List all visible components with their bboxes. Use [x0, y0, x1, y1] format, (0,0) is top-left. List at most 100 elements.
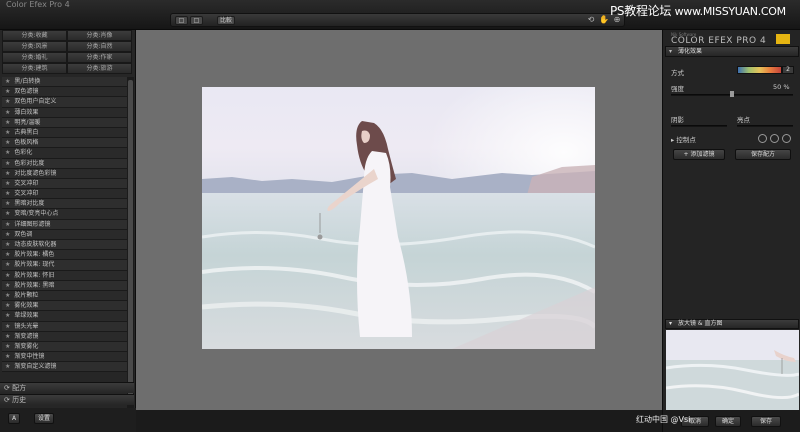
favorite-star-icon[interactable]: ★	[5, 292, 10, 299]
favorite-star-icon[interactable]: ★	[5, 302, 10, 309]
filter-item[interactable]: ★ 镜头光晕	[2, 321, 127, 332]
filter-item[interactable]: ★ 色板风格	[2, 138, 127, 149]
strength-slider-knob[interactable]	[730, 91, 734, 97]
category-writer[interactable]: 分类:作家	[67, 52, 132, 63]
method-gradient-select[interactable]	[737, 66, 782, 74]
favorite-star-icon[interactable]: ★	[5, 323, 10, 330]
filter-item[interactable]: ★ 双色调	[2, 229, 127, 240]
filter-item-label: 交叉冲印	[14, 179, 39, 187]
favorite-star-icon[interactable]: ★	[5, 353, 10, 360]
filter-item[interactable]: ★ 黑暗对比度	[2, 199, 127, 210]
category-wedding[interactable]: 分类:婚礼	[2, 52, 67, 63]
favorite-star-icon[interactable]: ★	[5, 119, 10, 126]
highlights-label: 亮点	[737, 116, 750, 124]
method-number-dropdown[interactable]: 2	[782, 66, 794, 74]
category-landscape[interactable]: 分类:风景	[2, 41, 67, 52]
filter-item[interactable]: ★ 胶片效果: 怀旧	[2, 270, 127, 281]
category-nature[interactable]: 分类:自然	[67, 41, 132, 52]
recipes-section[interactable]: ⟳ 配方	[0, 382, 134, 393]
loupe-preview[interactable]	[666, 330, 799, 410]
history-section[interactable]: ⟳ 历史	[0, 394, 134, 405]
remove-control-point-icon[interactable]	[770, 134, 779, 143]
favorite-star-icon[interactable]: ★	[5, 139, 10, 146]
filter-item[interactable]: ★ 详细图形滤镜	[2, 219, 127, 230]
add-control-point-icon[interactable]	[758, 134, 767, 143]
favorite-star-icon[interactable]: ★	[5, 251, 10, 258]
ok-button[interactable]: 确定	[715, 416, 741, 427]
favorite-star-icon[interactable]: ★	[5, 88, 10, 95]
scroll-thumb[interactable]	[128, 80, 133, 404]
shadows-slider[interactable]	[671, 125, 727, 127]
filter-item[interactable]: ★ 渐变滤镜	[2, 331, 127, 342]
category-architecture[interactable]: 分类:建筑	[2, 63, 67, 74]
filter-item[interactable]: ★ 胶片效果: 橘色	[2, 250, 127, 261]
filter-item[interactable]: ★ 色彩对比度	[2, 158, 127, 169]
favorite-star-icon[interactable]: ★	[5, 312, 10, 319]
filter-item-label: 交叉冲印	[14, 190, 39, 198]
filter-item[interactable]: ★ 胶片效果: 黑暗	[2, 280, 127, 291]
save-button[interactable]: 保存	[751, 416, 781, 427]
favorite-star-icon[interactable]: ★	[5, 363, 10, 370]
category-favorites[interactable]: 分类:收藏	[2, 30, 67, 41]
category-portrait[interactable]: 分类:肖像	[67, 30, 132, 41]
hand-icon[interactable]: ✋	[599, 15, 609, 25]
add-filter-button[interactable]: + 添加滤镜	[673, 149, 725, 160]
category-travel[interactable]: 分类:旅游	[67, 63, 132, 74]
favorite-star-icon[interactable]: ★	[5, 129, 10, 136]
filter-item[interactable]: ★ 交叉冲印	[2, 189, 127, 200]
favorite-star-icon[interactable]: ★	[5, 272, 10, 279]
help-button[interactable]: A	[8, 413, 20, 424]
favorite-star-icon[interactable]: ★	[5, 180, 10, 187]
filter-panel-header[interactable]: ▾ 薄化效果	[665, 46, 799, 57]
favorite-star-icon[interactable]: ★	[5, 241, 10, 248]
filter-item[interactable]: ★ 色彩化	[2, 148, 127, 159]
compare-button[interactable]: 比較	[217, 16, 235, 25]
favorite-star-icon[interactable]: ★	[5, 149, 10, 156]
filter-scrollbar[interactable]	[127, 77, 134, 410]
preview-canvas[interactable]	[136, 30, 662, 410]
filter-item[interactable]: ★ 胶片颗粒	[2, 290, 127, 302]
favorite-star-icon[interactable]: ★	[5, 160, 10, 167]
save-recipe-button[interactable]: 保存配方	[735, 149, 791, 160]
filter-item-label: 草绿效果	[14, 312, 39, 320]
favorite-star-icon[interactable]: ★	[5, 98, 10, 105]
favorite-star-icon[interactable]: ★	[5, 210, 10, 217]
filter-item[interactable]: ★ 草绿效果	[2, 311, 127, 322]
filter-item-label: 薄白效果	[14, 108, 39, 116]
filter-item[interactable]: ★ 明亮/温暖	[2, 117, 127, 128]
control-point-options-icon[interactable]	[782, 134, 791, 143]
filter-item[interactable]: ★ 渐变自定义滤镜	[2, 362, 127, 373]
favorite-star-icon[interactable]: ★	[5, 343, 10, 350]
filter-item[interactable]: ★ 变暗/变亮中心点	[2, 209, 127, 220]
favorite-star-icon[interactable]: ★	[5, 78, 10, 85]
filter-item[interactable]: ★ 渐变雾化	[2, 341, 127, 353]
filter-item[interactable]: ★ 雾化效果	[2, 301, 127, 312]
filter-item[interactable]: ★ 对比度滤色彩镜	[2, 168, 127, 179]
undo-icon[interactable]: ⟲	[586, 15, 596, 25]
filter-item[interactable]: ★ 古典黑白	[2, 127, 127, 139]
filter-item[interactable]: ★ 胶片效果: 现代	[2, 260, 127, 271]
favorite-star-icon[interactable]: ★	[5, 200, 10, 207]
filter-item[interactable]: ★ 渐变中性镜	[2, 352, 127, 363]
split-view-button[interactable]: □	[190, 16, 203, 25]
favorite-star-icon[interactable]: ★	[5, 221, 10, 228]
shadows-label: 阴影	[671, 116, 684, 124]
filter-item[interactable]: ★ 交叉冲印	[2, 178, 127, 190]
loupe-header[interactable]: ▾ 放大镜 & 直方图	[665, 319, 799, 329]
filter-item[interactable]: ★ 动态皮肤软化器	[2, 240, 127, 251]
filter-item[interactable]: ★ 双色用户自定义	[2, 97, 127, 108]
filter-item[interactable]: ★ 双色滤镜	[2, 87, 127, 98]
favorite-star-icon[interactable]: ★	[5, 109, 10, 116]
favorite-star-icon[interactable]: ★	[5, 231, 10, 238]
favorite-star-icon[interactable]: ★	[5, 282, 10, 289]
favorite-star-icon[interactable]: ★	[5, 333, 10, 340]
single-view-button[interactable]: □	[175, 16, 188, 25]
favorite-star-icon[interactable]: ★	[5, 261, 10, 268]
favorite-star-icon[interactable]: ★	[5, 190, 10, 197]
highlights-slider[interactable]	[737, 125, 793, 127]
settings-button[interactable]: 设置	[34, 413, 54, 424]
filter-item[interactable]: ★ 薄白效果	[2, 107, 127, 118]
filter-item-label: 古典黑白	[14, 128, 39, 136]
filter-item[interactable]: ★ 黑/白转换	[2, 77, 127, 88]
favorite-star-icon[interactable]: ★	[5, 170, 10, 177]
